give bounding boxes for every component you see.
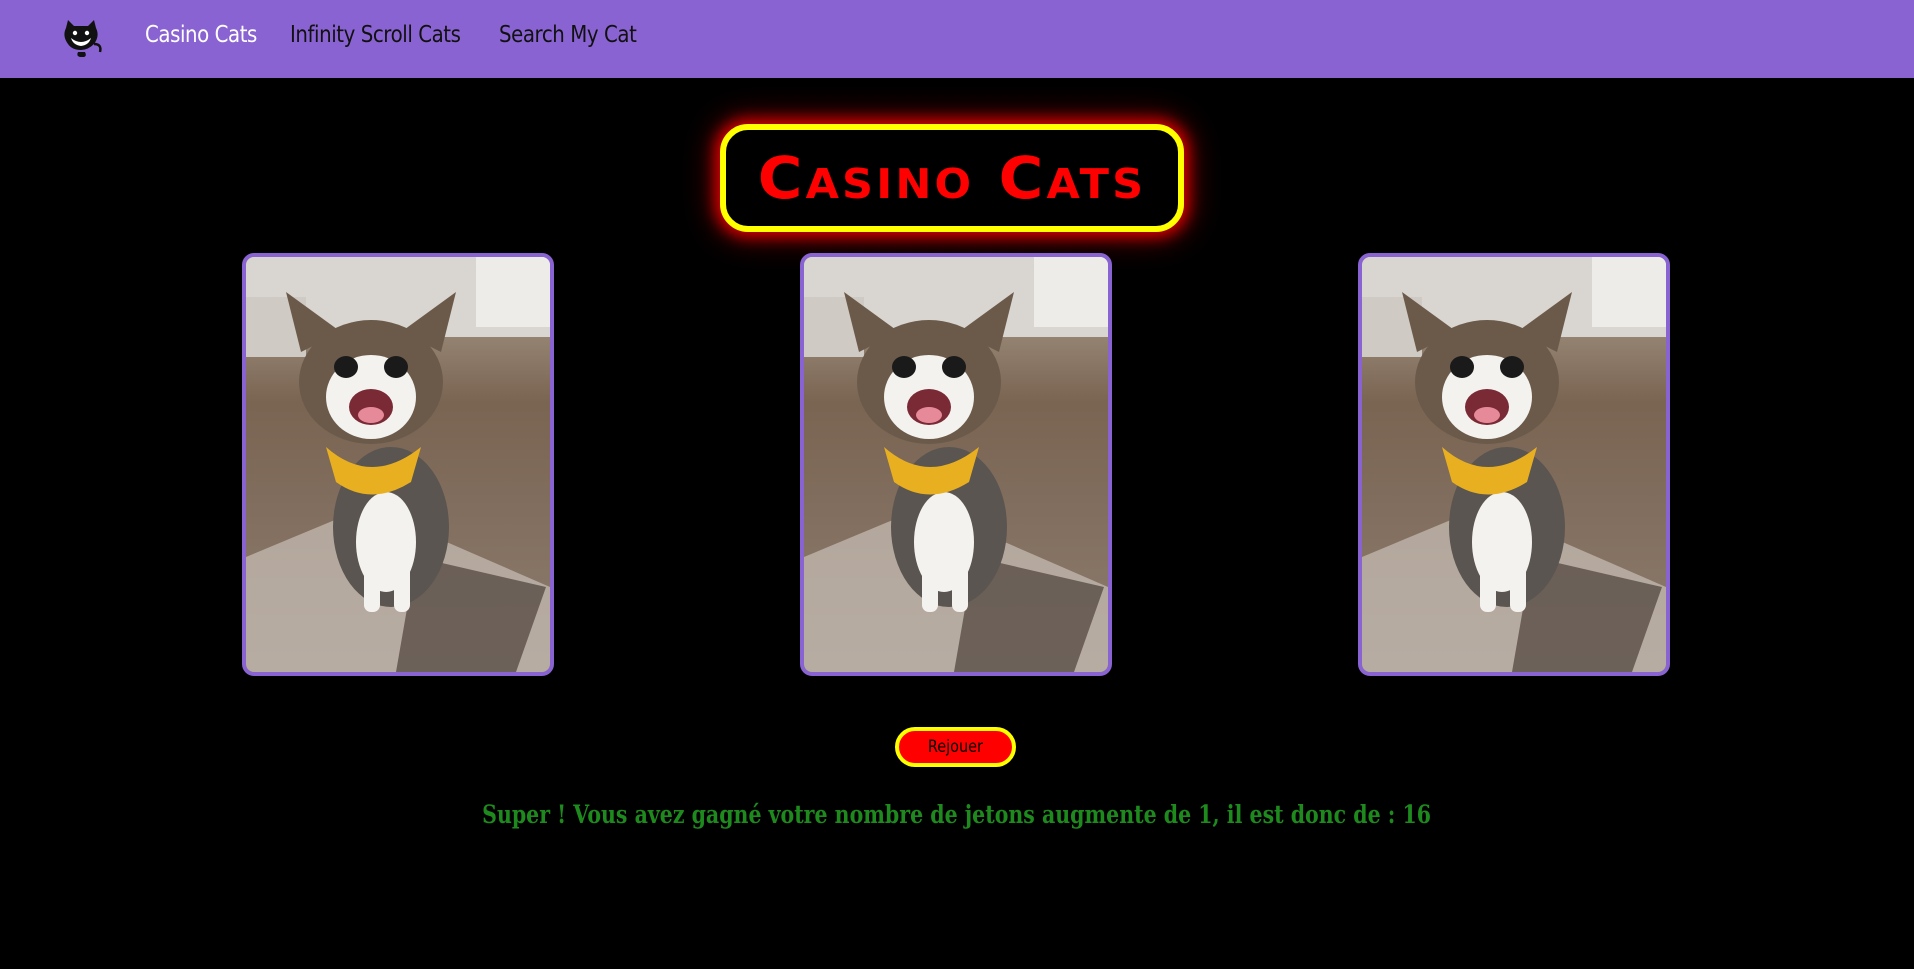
cat-photo	[246, 257, 550, 672]
cat-logo-icon[interactable]	[58, 18, 104, 58]
result-message-text: Super ! Vous avez gagné votre nombre de …	[482, 800, 1432, 829]
replay-button-label: Rejouer	[927, 737, 984, 757]
game-title: Casino Cats	[757, 144, 1147, 212]
game-title-box: Casino Cats	[720, 124, 1184, 232]
replay-button[interactable]: Rejouer	[895, 727, 1016, 767]
result-message: Super ! Vous avez gagné votre nombre de …	[0, 800, 1914, 829]
slot-reel-2	[800, 253, 1112, 676]
nav-link-casino-cats[interactable]: Casino Cats	[145, 22, 257, 48]
slot-reel-1	[242, 253, 554, 676]
nav-link-infinity-scroll-cats[interactable]: Infinity Scroll Cats	[290, 22, 461, 48]
top-navbar: Casino Cats Infinity Scroll Cats Search …	[0, 0, 1914, 78]
cat-photo	[1362, 257, 1666, 672]
cat-photo	[804, 257, 1108, 672]
slot-reel-3	[1358, 253, 1670, 676]
nav-link-search-my-cat[interactable]: Search My Cat	[499, 22, 637, 48]
